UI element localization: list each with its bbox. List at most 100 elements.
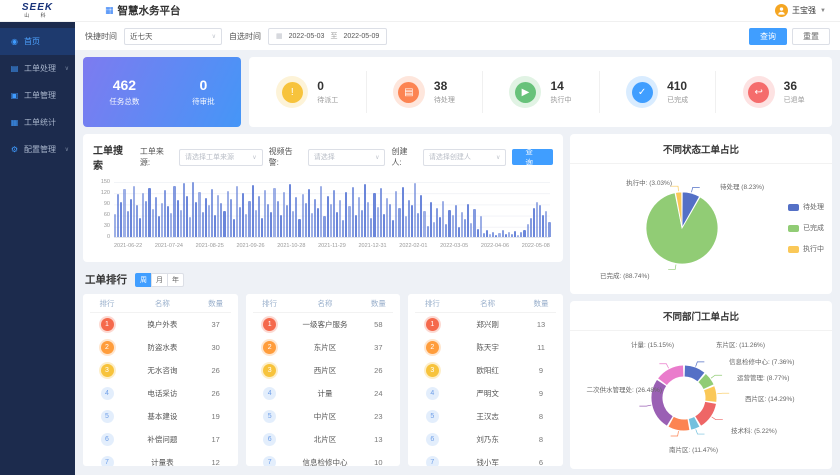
- bar: [383, 214, 385, 237]
- bar: [377, 207, 379, 237]
- bar: [345, 192, 347, 237]
- alert-icon: !: [282, 82, 303, 103]
- slice-信息检修中心: [702, 378, 708, 387]
- legend-item-待处理[interactable]: 待处理: [788, 202, 824, 212]
- table-header: 排行名称数量: [253, 295, 394, 313]
- table-row: 7信息检修中心10: [253, 451, 394, 466]
- y-tick: 0: [93, 235, 110, 240]
- sidebar-item-home[interactable]: ◉首页: [0, 28, 75, 55]
- search-button[interactable]: 查询: [749, 28, 787, 45]
- bar: [417, 213, 419, 237]
- qty-cell: 8: [526, 412, 556, 421]
- bar: [430, 202, 432, 237]
- stats-row: 462 任务总数 0 待审批 !0待派工▤38待处理▶14执行中✓410已完成↩…: [83, 57, 832, 127]
- logo-text: SEEK: [0, 3, 75, 13]
- bar: [223, 211, 225, 237]
- bar: [389, 204, 391, 237]
- bar: [330, 204, 332, 237]
- ranking-tab-周[interactable]: 周: [135, 273, 152, 287]
- bar: [327, 196, 329, 237]
- slice-计量: [662, 371, 683, 382]
- bar: [411, 205, 413, 237]
- name-cell: 计量: [287, 388, 364, 399]
- sidebar-item-work-order-stats[interactable]: ▦工单统计: [0, 109, 75, 136]
- sidebar-item-work-order-manage[interactable]: ▣工单管理: [0, 82, 75, 109]
- stat-icon-ring: ↩: [743, 76, 775, 108]
- legend-item-执行中[interactable]: 执行中: [788, 244, 824, 254]
- rank-badge: 5: [101, 410, 114, 423]
- table-row: 1一级客户服务58: [253, 313, 394, 336]
- chevron-down-icon[interactable]: ▼: [820, 8, 826, 14]
- table-row: 4严明文9: [415, 382, 556, 405]
- ranking-tab-月[interactable]: 月: [151, 273, 168, 287]
- qty-cell: 58: [363, 320, 393, 329]
- bar: [120, 202, 122, 237]
- stat-value: 36: [784, 79, 805, 93]
- bar: [386, 198, 388, 237]
- bar: [252, 185, 254, 237]
- bar: [502, 230, 504, 237]
- table-row: 4计量24: [253, 382, 394, 405]
- sidebar-item-work-order-process[interactable]: ▤工单处理∨: [0, 55, 75, 82]
- qty-cell: 19: [201, 412, 231, 421]
- bar: [277, 201, 279, 237]
- department-donut-panel: 不同部门工单占比 东片区: (11.26%)信息检修中心: (7.36%)运营管…: [570, 301, 832, 469]
- rank-cell: 5: [415, 410, 449, 423]
- bar: [227, 191, 229, 237]
- quick-time-select[interactable]: 近七天 ∨: [124, 28, 222, 45]
- quick-time-value: 近七天: [130, 31, 153, 42]
- bar: [136, 205, 138, 237]
- avatar[interactable]: [775, 4, 788, 17]
- date-range-picker[interactable]: ▦ 2022-05-03 至 2022-05-09: [268, 28, 387, 45]
- legend-label: 待处理: [803, 202, 824, 212]
- user-menu[interactable]: 王宝强 ▼: [775, 4, 826, 17]
- rank-cell: 4: [415, 387, 449, 400]
- filter-select-1[interactable]: 请选择∨: [308, 149, 386, 166]
- bar-chart-bars: [114, 182, 550, 238]
- leader-line: [696, 429, 705, 434]
- rank-cell: 6: [253, 433, 287, 446]
- rank-badge: 1: [426, 318, 439, 331]
- bar: [536, 202, 538, 237]
- y-tick: 30: [93, 224, 110, 229]
- rank-badge: 7: [101, 456, 114, 466]
- legend-item-已完成[interactable]: 已完成: [788, 223, 824, 233]
- filter-select-2[interactable]: 请选择创建人∨: [423, 149, 507, 166]
- reset-button[interactable]: 重置: [792, 28, 830, 45]
- sidebar-item-config-manage[interactable]: ⚙配置管理∨: [0, 136, 75, 163]
- bar: [448, 210, 450, 237]
- query-button[interactable]: 查询: [512, 149, 553, 165]
- bar: [464, 219, 466, 237]
- bar: [348, 206, 350, 237]
- app-logo[interactable]: SEEK 山 科: [0, 3, 75, 19]
- bar: [527, 224, 529, 237]
- bar: [370, 218, 372, 237]
- sidebar-item-label: 工单统计: [24, 117, 56, 128]
- slice-label-西片区: 西片区: (14.29%): [745, 393, 795, 403]
- ranking-tab-年[interactable]: 年: [167, 273, 184, 287]
- bar: [342, 220, 344, 237]
- bar: [242, 193, 244, 237]
- chevron-down-icon: ∨: [65, 146, 69, 153]
- rank-badge: 1: [263, 318, 276, 331]
- table-row: 6北片区13: [253, 428, 394, 451]
- bar: [467, 204, 469, 237]
- bar: [233, 219, 235, 237]
- x-tick: 2021-10-28: [277, 243, 305, 249]
- column-header: 名称: [287, 298, 364, 309]
- date-start[interactable]: 2022-05-03: [289, 33, 325, 40]
- column-header: 数量: [526, 298, 556, 309]
- bar: [145, 201, 147, 237]
- slice-南片区: [671, 422, 688, 425]
- chevron-down-icon: ∨: [252, 154, 256, 161]
- calendar-icon: ▦: [276, 32, 283, 40]
- bar: [473, 209, 475, 237]
- name-cell: 郑兴刚: [449, 319, 526, 330]
- date-end[interactable]: 2022-05-09: [343, 33, 379, 40]
- stat-value: 38: [434, 79, 455, 93]
- stat-value: 0: [317, 79, 338, 93]
- y-tick: 90: [93, 202, 110, 207]
- filter-select-0[interactable]: 请选择工单来源∨: [179, 149, 263, 166]
- rank-badge: 4: [263, 387, 276, 400]
- rank-badge: 4: [101, 387, 114, 400]
